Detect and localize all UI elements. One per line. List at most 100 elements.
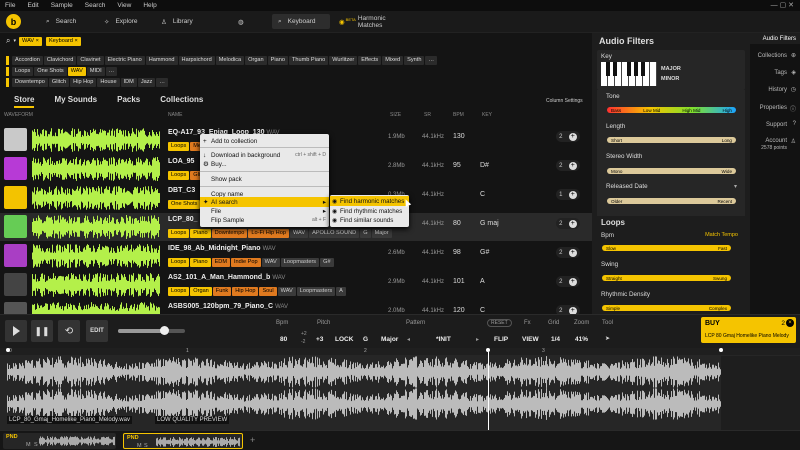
pack-thumbnail[interactable]	[4, 215, 27, 238]
add-count-button[interactable]: 2 +	[556, 247, 580, 258]
add-count-button[interactable]: 2 +	[556, 160, 580, 171]
rhythmic-density-slider[interactable]: Simple Complex	[602, 305, 731, 311]
more-tags-button[interactable]: …	[156, 77, 168, 87]
tab-harmonic-matches[interactable]: ◉ BETA Harmonic Matches	[333, 14, 408, 29]
add-count-button[interactable]: 1 +	[556, 189, 580, 200]
tab-my-sounds[interactable]: My Sounds	[54, 95, 97, 108]
tag-pill[interactable]: Loops	[168, 171, 190, 180]
row-waveform[interactable]	[32, 157, 160, 181]
add-count-button[interactable]: 2 +	[556, 131, 580, 142]
row-waveform[interactable]	[32, 273, 160, 297]
tag-pill[interactable]: A	[336, 287, 346, 296]
sample-row[interactable]: AS2_101_A_Man_Hammond_b WAV Loops Organ Funk…	[0, 271, 592, 299]
mute-button[interactable]: M	[26, 442, 31, 448]
reset-button[interactable]: RESET	[487, 319, 512, 327]
query-tag[interactable]: WAV ×	[19, 36, 42, 46]
tag-pill[interactable]: Downtempo	[211, 229, 248, 238]
side-nav-collections[interactable]: Collections	[758, 53, 787, 59]
menu-help[interactable]: Help	[143, 2, 156, 9]
tag-pill[interactable]: Loops	[168, 142, 190, 151]
pack-thumbnail[interactable]	[4, 244, 27, 267]
sample-name[interactable]: AS2_101_A_Man_Hammond_b WAV	[168, 274, 285, 281]
menu-view[interactable]: View	[117, 2, 131, 9]
tag-pill[interactable]: Loops	[168, 287, 190, 296]
black-key[interactable]	[613, 62, 617, 76]
side-nav-history[interactable]: History	[768, 87, 787, 93]
tag-pill[interactable]: Loopmasters	[296, 287, 336, 296]
sample-name[interactable]: LOA_95	[168, 158, 196, 165]
match-tempo-button[interactable]: Match Tempo	[705, 232, 738, 238]
length-slider[interactable]: Short Long	[607, 137, 736, 143]
row-waveform[interactable]	[32, 244, 160, 268]
flip-button[interactable]: FLIP	[494, 336, 508, 343]
tag-pill[interactable]: House	[97, 77, 120, 87]
col-size[interactable]: SIZE	[390, 112, 401, 118]
tag-pill[interactable]: Piano	[190, 258, 211, 267]
chevron-right-icon[interactable]: ▸	[476, 336, 479, 343]
pitch-up[interactable]: +2	[301, 331, 307, 337]
tag-pill[interactable]: IDM	[120, 77, 137, 87]
volume-slider[interactable]	[118, 326, 185, 335]
tag-pill[interactable]: Lo-Fi Hip Hop	[248, 229, 289, 238]
col-bpm[interactable]: BPM	[453, 112, 464, 118]
tag-pill[interactable]: Piano	[190, 229, 211, 238]
tag-pill[interactable]: Major	[371, 229, 392, 238]
tag-pill[interactable]: Soul	[259, 287, 277, 296]
chevron-left-icon[interactable]: ◂	[407, 336, 410, 343]
pointer-tool-icon[interactable]: ➤	[605, 335, 610, 342]
swing-slider[interactable]: Straight Swung	[602, 275, 731, 281]
add-count-button[interactable]: 2 +	[556, 218, 580, 229]
black-key[interactable]	[606, 62, 610, 76]
tab-collections[interactable]: Collections	[160, 95, 203, 108]
black-key[interactable]	[641, 62, 645, 76]
white-key[interactable]	[650, 62, 657, 86]
chevron-down-icon[interactable]: ▾	[13, 38, 16, 44]
tag-pill[interactable]: Hip Hop	[232, 287, 259, 296]
tab-globe[interactable]: ◍	[232, 14, 262, 29]
menu-edit[interactable]: Edit	[27, 2, 38, 9]
black-key[interactable]	[627, 62, 631, 76]
tab-keyboard[interactable]: ⌕ Keyboard	[272, 14, 330, 29]
pack-thumbnail[interactable]	[4, 128, 27, 151]
col-key[interactable]: KEY	[482, 112, 492, 118]
tag-pill[interactable]: Indie Pop	[231, 258, 261, 267]
pause-button[interactable]: ❚❚	[31, 320, 53, 342]
pack-thumbnail[interactable]	[4, 273, 27, 296]
released-date-slider[interactable]: Older Recent	[607, 198, 736, 204]
tag-pill[interactable]: WAV	[289, 229, 309, 238]
piano-keyboard[interactable]	[601, 62, 657, 86]
tag-pill[interactable]: EDM	[211, 258, 230, 267]
tab-library[interactable]: ♙ Library	[155, 14, 225, 29]
loop-start-marker[interactable]	[6, 348, 10, 352]
track-clip[interactable]: PND M S	[3, 433, 116, 449]
editor-waveform[interactable]	[7, 356, 721, 420]
volume-knob[interactable]	[160, 326, 169, 335]
zoom-value[interactable]: 41%	[575, 336, 588, 343]
tab-packs[interactable]: Packs	[117, 95, 140, 108]
sample-row[interactable]: IDE_98_Ab_Midnight_Piano WAV Loops Piano EDM…	[0, 242, 592, 270]
side-nav-account[interactable]: Account	[765, 138, 787, 144]
column-settings-button[interactable]: Column Settings	[546, 98, 583, 104]
loop-button[interactable]: ⟲	[58, 320, 80, 342]
tab-store[interactable]: Store	[14, 95, 35, 108]
col-name[interactable]: NAME	[168, 112, 182, 118]
track-clip-active[interactable]: PND M S	[123, 433, 243, 449]
tab-explore[interactable]: ✧ Explore	[98, 14, 148, 29]
tag-pill[interactable]: Loopmasters	[280, 258, 320, 267]
waveform-editor[interactable]: 0 1 2 3 4 LCP_80_Gmaj_Homelike_Piano_Mel…	[0, 348, 800, 430]
menu-add-to-collection[interactable]: + Add to collection	[200, 136, 329, 146]
menu-file[interactable]: File	[5, 2, 15, 9]
tone-slider[interactable]: Bass Low Mid High Mid High	[607, 107, 736, 113]
query-tag[interactable]: Keyboard ×	[45, 36, 81, 46]
tag-pill[interactable]: Jazz	[137, 77, 156, 87]
chevron-down-icon[interactable]: ▾	[734, 183, 737, 190]
app-logo[interactable]: b	[6, 14, 21, 29]
lock-button[interactable]: LOCK	[335, 336, 353, 343]
pack-thumbnail[interactable]	[4, 157, 27, 180]
row-waveform[interactable]	[32, 128, 160, 152]
minor-toggle[interactable]: MINOR	[661, 76, 679, 82]
menu-find-similar-sounds[interactable]: ◉ Find similar sounds	[330, 215, 409, 225]
tag-pill[interactable]: WAV	[261, 258, 280, 267]
sample-name[interactable]: IDE_98_Ab_Midnight_Piano WAV	[168, 245, 276, 252]
stereo-width-slider[interactable]: Mono Wide	[607, 168, 736, 174]
